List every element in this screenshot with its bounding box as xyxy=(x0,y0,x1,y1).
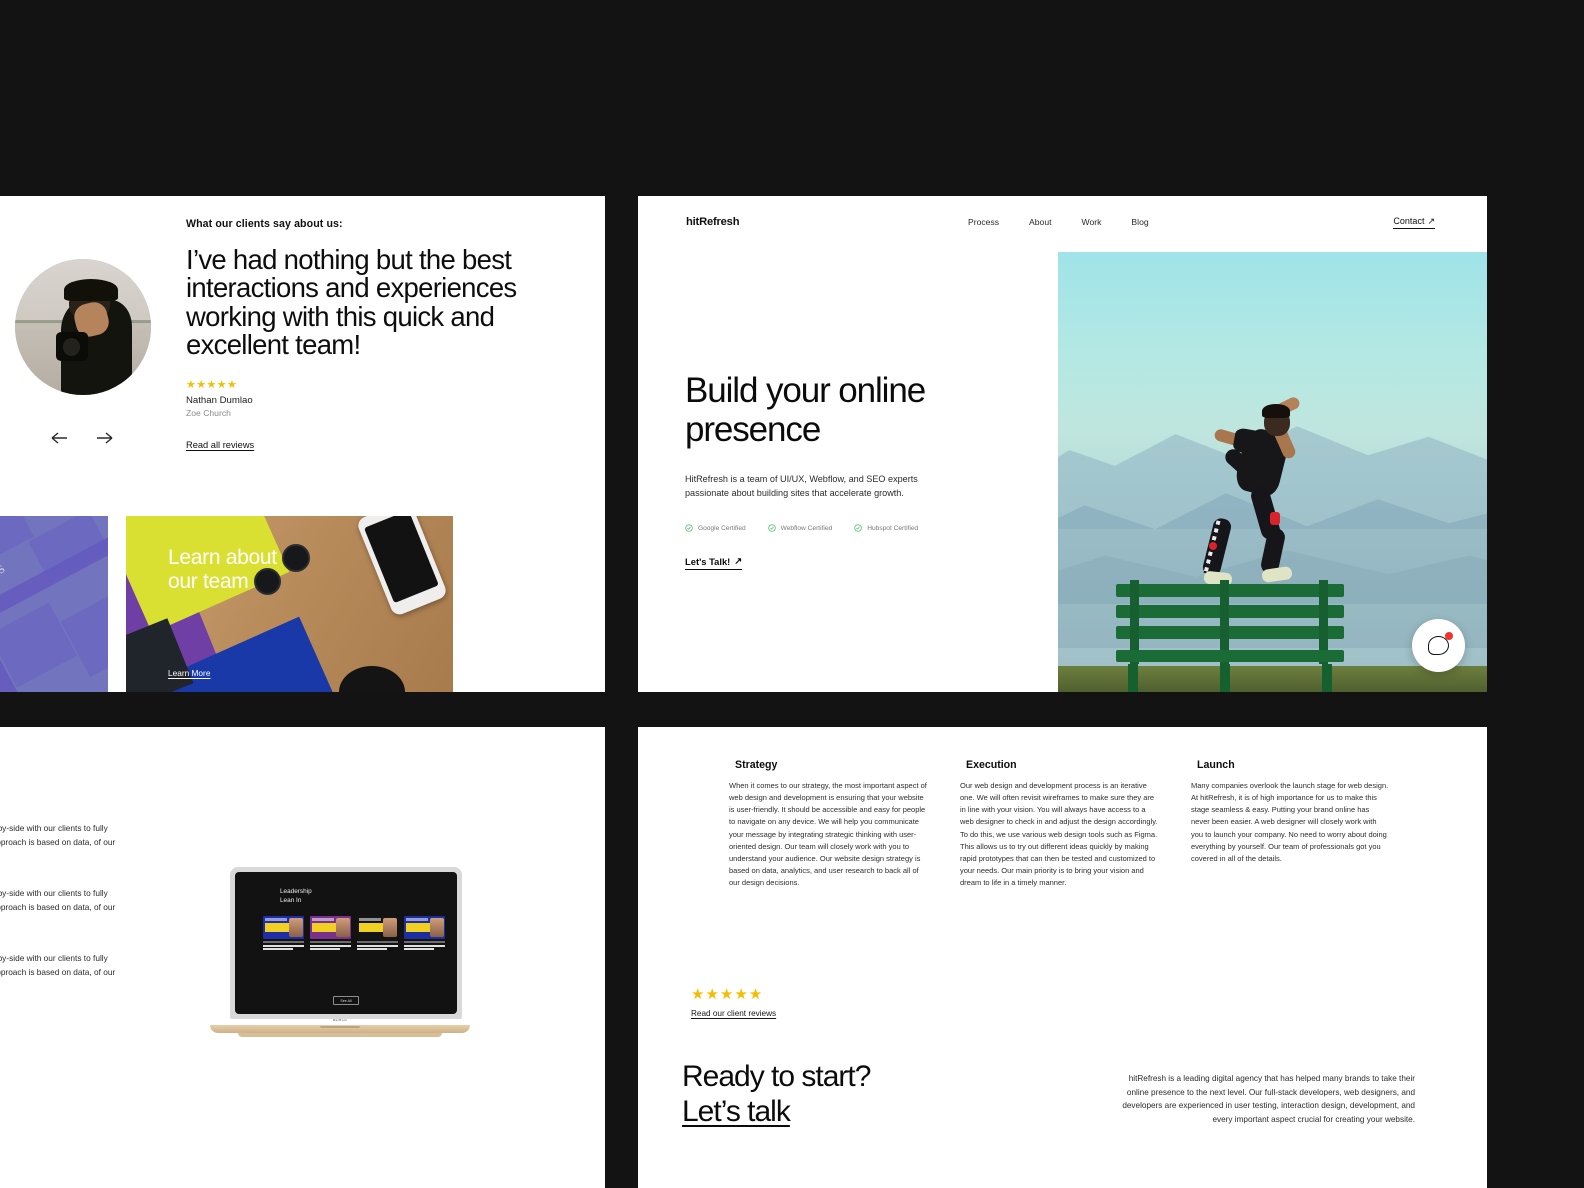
arrow-up-right-icon: ↗ xyxy=(734,555,743,567)
star-rating: ★★★★★ xyxy=(186,378,238,391)
about-paragraph: ssage by integrating strategic thinking … xyxy=(0,952,116,977)
check-circle-icon xyxy=(767,524,776,532)
nav-item-about[interactable]: About xyxy=(1029,217,1051,227)
contact-link[interactable]: Contact ↗ xyxy=(1393,216,1435,229)
badge-webflow-certified: Webflow Certified xyxy=(767,524,833,532)
video-card xyxy=(357,916,398,951)
agency-description: hitRefresh is a leading digital agency t… xyxy=(1122,1074,1415,1124)
nav-item-blog[interactable]: Blog xyxy=(1131,217,1148,227)
nav-links: Process About Work Blog xyxy=(968,217,1149,227)
arrow-up-right-icon: ↗ xyxy=(1427,215,1435,226)
notification-dot xyxy=(1445,632,1453,640)
video-card xyxy=(263,916,304,951)
hero-subhead: HitRefresh is a team of UI/UX, Webflow, … xyxy=(685,473,918,499)
about-panel: us? ssage by integrating strategic think… xyxy=(0,727,605,1188)
badge-google-certified: Google Certified xyxy=(685,524,746,532)
contact-label: Contact xyxy=(1393,216,1425,226)
laptop-brand: MacBook xyxy=(332,1018,348,1022)
hero-headline: Build your online presence xyxy=(685,371,926,449)
check-circle-icon xyxy=(854,524,862,532)
laptop-screen-heading: Leadership Lean In xyxy=(280,888,312,904)
see-all-button[interactable]: See All xyxy=(333,996,359,1005)
process-column-launch: Launch Many companies overlook the launc… xyxy=(1191,759,1390,889)
about-paragraphs: ssage by integrating strategic thinking … xyxy=(0,821,137,1015)
column-body: Many companies overlook the launch stage… xyxy=(1191,781,1389,863)
process-column-execution: Execution Our web design and development… xyxy=(960,759,1159,889)
testimonial-panel: What our clients say about us: I’ve had … xyxy=(0,196,605,692)
column-heading: Launch xyxy=(1197,759,1235,771)
cta-heading: Ready to start? Let’s talk xyxy=(682,1060,871,1130)
cta-label: Let's Talk! xyxy=(685,555,731,567)
client-rating: ★★★★★ Read our client reviews xyxy=(691,985,776,1021)
about-paragraph: ssage by integrating strategic thinking … xyxy=(0,887,116,913)
read-client-reviews-link[interactable]: Read our client reviews xyxy=(691,1009,776,1018)
badge-label: Google Certified xyxy=(698,524,746,532)
badge-label: Webflow Certified xyxy=(780,524,833,532)
navbar: hitRefresh Process About Work Blog Conta… xyxy=(638,196,1487,248)
column-heading: Execution xyxy=(966,759,1017,771)
column-body: Our web design and development process i… xyxy=(960,781,1158,888)
author-org: Zoe Church xyxy=(186,407,231,418)
cta-line-1: Ready to start? xyxy=(682,1060,871,1093)
runner-figure xyxy=(1200,395,1330,600)
team-card-title: Learn about our team xyxy=(168,546,277,594)
design-canvas: What our clients say about us: I’ve had … xyxy=(0,0,1584,1188)
arrow-left-icon[interactable] xyxy=(50,430,69,451)
team-card[interactable]: Learn about our team Learn More xyxy=(126,516,453,692)
star-rating: ★★★★★ xyxy=(691,986,764,1003)
avatar xyxy=(15,259,151,395)
lets-talk-link[interactable]: Let’s talk xyxy=(682,1095,870,1130)
read-all-reviews-link[interactable]: Read all reviews xyxy=(186,440,254,450)
park-bench xyxy=(1116,580,1344,692)
video-card xyxy=(310,916,351,951)
column-heading: Strategy xyxy=(735,759,778,771)
lets-talk-button[interactable]: Let's Talk! ↗ xyxy=(685,555,743,571)
hero-photo xyxy=(1058,252,1487,692)
check-circle-icon xyxy=(685,524,693,532)
sunglasses-prop xyxy=(282,544,310,572)
promo-cards: JOIN LOCAL COMMUNITY. CREATE GLOBAL IMPA… xyxy=(0,516,605,692)
testimonial-eyebrow: What our clients say about us: xyxy=(186,218,343,230)
testimonial-quote: I’ve had nothing but the best interactio… xyxy=(186,244,517,361)
logo[interactable]: hitRefresh xyxy=(686,216,740,228)
nav-item-process[interactable]: Process xyxy=(968,217,999,227)
testimonial-content: What our clients say about us: I’ve had … xyxy=(186,218,586,453)
process-column-strategy: Strategy When it comes to our strategy, … xyxy=(729,759,928,889)
video-card xyxy=(404,916,445,951)
about-paragraph: ssage by integrating strategic thinking … xyxy=(0,823,116,848)
certification-badges: Google Certified Webflow Certified Hubsp… xyxy=(685,524,1065,532)
badge-label: Hubspot Certified xyxy=(867,524,919,532)
hero-content: Build your online presence HitRefresh is… xyxy=(685,371,1065,571)
projects-card[interactable]: JOIN LOCAL COMMUNITY. CREATE GLOBAL IMPA… xyxy=(0,516,108,692)
process-panel: Strategy When it comes to our strategy, … xyxy=(638,727,1487,1188)
laptop-video-cards xyxy=(263,916,445,951)
laptop-mockup: Leadership Lean In See All MacBook xyxy=(210,867,470,1039)
carousel-controls[interactable] xyxy=(50,430,114,451)
arrow-right-icon[interactable] xyxy=(95,430,114,451)
process-columns: Strategy When it comes to our strategy, … xyxy=(729,759,1390,889)
learn-more-link[interactable]: Learn More xyxy=(168,668,210,678)
author-name: Nathan Dumlao xyxy=(186,394,253,406)
hero-panel: hitRefresh Process About Work Blog Conta… xyxy=(638,196,1487,692)
about-title: us? xyxy=(0,759,605,793)
chat-widget-button[interactable] xyxy=(1412,619,1465,672)
nav-item-work[interactable]: Work xyxy=(1082,217,1102,227)
badge-hubspot-certified: Hubspot Certified xyxy=(854,524,918,532)
column-body: When it comes to our strategy, the most … xyxy=(729,781,927,888)
